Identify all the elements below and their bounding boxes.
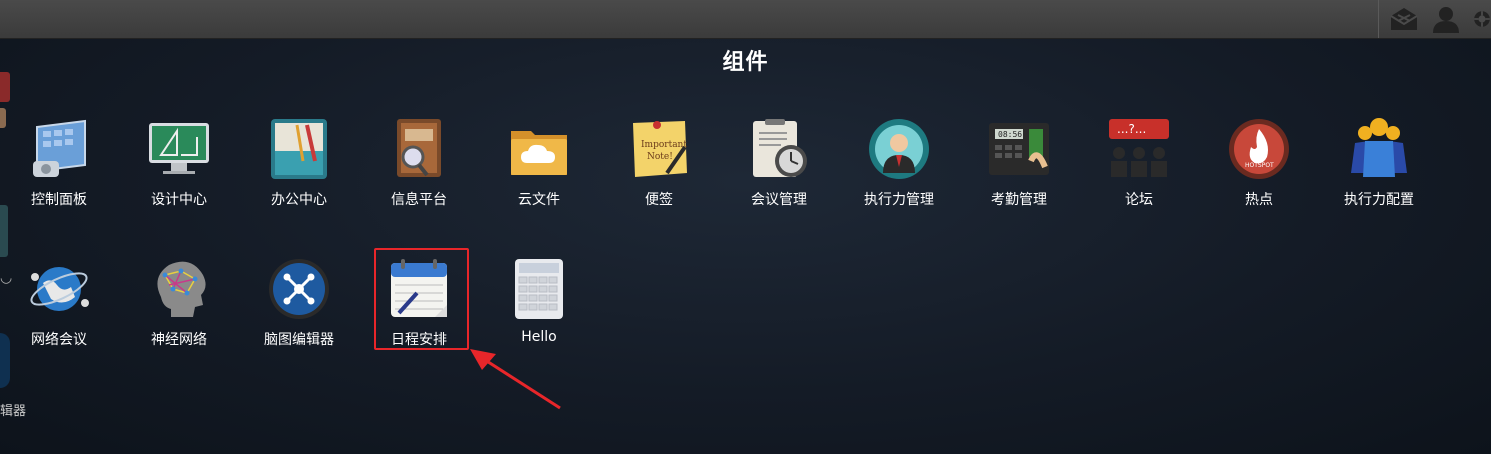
svg-text:Important: Important [641, 140, 687, 150]
info-platform-icon [387, 117, 451, 181]
app-web-meeting[interactable]: 网络会议 [4, 257, 114, 349]
app-label: 设计中心 [151, 192, 207, 208]
app-label: 云文件 [518, 192, 560, 208]
meeting-management-icon [747, 117, 811, 181]
execution-management-icon [867, 117, 931, 181]
app-label: 办公中心 [271, 192, 327, 208]
divider [1378, 0, 1379, 38]
cloud-folder-icon [507, 117, 571, 181]
app-label: 会议管理 [751, 192, 807, 208]
app-hello[interactable]: Hello [484, 257, 594, 345]
app-mindmap-editor[interactable]: 脑图编辑器 [244, 257, 354, 349]
app-forum[interactable]: ...?... 论坛 [1084, 117, 1194, 209]
svg-text:08:56: 08:56 [998, 130, 1022, 139]
app-execution-management[interactable]: 执行力管理 [844, 117, 954, 209]
background-app-partial [0, 205, 8, 257]
svg-text:...?...: ...?... [1117, 122, 1146, 136]
window-title: 组件 [722, 50, 769, 75]
background-app-partial [0, 72, 10, 102]
app-info-platform[interactable]: 信息平台 [364, 117, 474, 209]
app-office-center[interactable]: 办公中心 [244, 117, 354, 209]
annotation-arrow [470, 349, 561, 410]
app-label: 执行力配置 [1344, 192, 1414, 208]
mindmap-editor-icon [267, 257, 331, 321]
app-label: 信息平台 [391, 192, 447, 208]
app-label: 执行力管理 [864, 192, 934, 208]
app-sticky-note[interactable]: Important Note! 便签 [604, 117, 714, 209]
web-meeting-icon [27, 257, 91, 321]
app-label: 网络会议 [31, 332, 87, 348]
app-cloud-files[interactable]: 云文件 [484, 117, 594, 209]
sticky-note-icon: Important Note! [627, 117, 691, 181]
app-control-panel[interactable]: 控制面板 [4, 117, 114, 209]
app-meeting-management[interactable]: 会议管理 [724, 117, 834, 209]
hotspot-icon: HOTSPOT [1227, 117, 1291, 181]
highlight-box [374, 248, 469, 350]
app-neural-network[interactable]: 神经网络 [124, 257, 234, 349]
top-bar [0, 0, 1491, 39]
app-label: 论坛 [1125, 192, 1153, 208]
help-icon[interactable] [1473, 4, 1491, 34]
app-label: 神经网络 [151, 332, 207, 348]
app-label: 脑图编辑器 [264, 332, 334, 348]
app-label: 考勤管理 [991, 192, 1047, 208]
app-hotspot[interactable]: HOTSPOT 热点 [1204, 117, 1314, 209]
execution-config-icon [1347, 117, 1411, 181]
app-design-center[interactable]: 设计中心 [124, 117, 234, 209]
neural-network-icon [147, 257, 211, 321]
calculator-icon [507, 257, 571, 321]
top-bar-icons [1378, 0, 1491, 38]
forum-icon: ...?... [1107, 117, 1171, 181]
mail-icon[interactable] [1389, 4, 1419, 34]
attendance-icon: 08:56 [987, 117, 1051, 181]
app-attendance[interactable]: 08:56 考勤管理 [964, 117, 1074, 209]
office-center-icon [267, 117, 331, 181]
app-label: 热点 [1245, 192, 1273, 208]
svg-text:HOTSPOT: HOTSPOT [1245, 162, 1274, 169]
user-icon[interactable] [1431, 4, 1461, 34]
background-partial-label: 辑器 [0, 404, 27, 419]
app-execution-config[interactable]: 执行力配置 [1324, 117, 1434, 209]
app-label: 控制面板 [31, 192, 87, 208]
svg-text:Note!: Note! [647, 152, 673, 162]
control-panel-icon [27, 117, 91, 181]
design-center-icon [147, 117, 211, 181]
app-label: 便签 [645, 192, 673, 208]
